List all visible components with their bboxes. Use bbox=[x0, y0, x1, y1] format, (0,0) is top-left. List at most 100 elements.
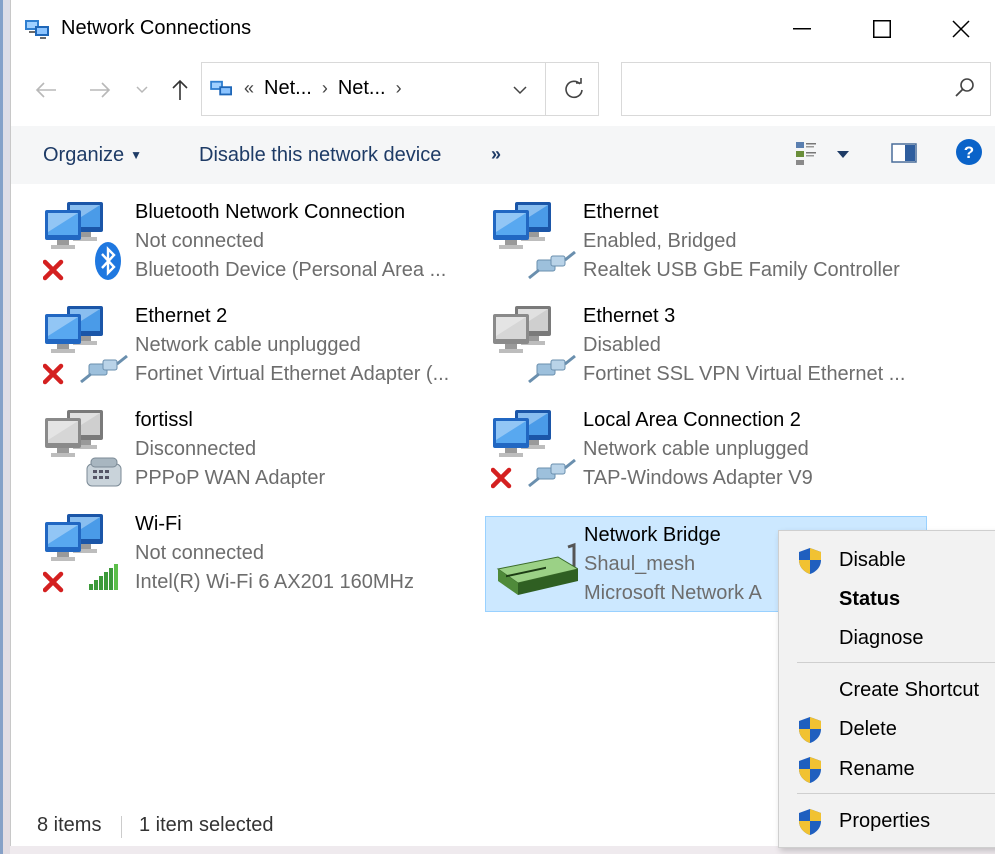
help-button[interactable]: ? bbox=[955, 138, 983, 171]
recent-locations-button[interactable] bbox=[133, 72, 151, 108]
connection-item[interactable]: Bluetooth Network Connection Not connect… bbox=[43, 198, 483, 294]
menu-item-status[interactable]: Status bbox=[779, 580, 995, 618]
connection-status: Disabled bbox=[583, 334, 661, 356]
menu-item-label: Rename bbox=[839, 758, 915, 780]
connection-device: Realtek USB GbE Family Controller bbox=[583, 259, 900, 281]
network-connections-icon bbox=[25, 20, 49, 39]
close-button[interactable] bbox=[926, 0, 995, 58]
connection-status: Enabled, Bridged bbox=[583, 230, 737, 252]
connection-name: Ethernet bbox=[583, 201, 659, 223]
menu-item-label: Diagnose bbox=[839, 627, 924, 649]
svg-text:?: ? bbox=[964, 143, 974, 162]
ethernet-disabled-icon bbox=[493, 306, 576, 384]
refresh-button[interactable] bbox=[545, 63, 601, 115]
uac-shield-icon bbox=[799, 548, 821, 574]
menu-item-diagnose[interactable]: Diagnose bbox=[779, 619, 995, 657]
help-icon: ? bbox=[956, 139, 982, 165]
breadcrumb-overflow[interactable]: « bbox=[244, 78, 254, 99]
more-commands-button[interactable]: » bbox=[491, 144, 501, 165]
connection-status: Network cable unplugged bbox=[583, 438, 809, 460]
connection-status: Disconnected bbox=[135, 438, 257, 460]
change-view-button[interactable] bbox=[795, 140, 821, 171]
connection-device: PPPoP WAN Adapter bbox=[135, 467, 326, 489]
chevron-down-icon bbox=[513, 85, 527, 94]
selection-count: 1 item selected bbox=[139, 814, 274, 836]
disable-device-button[interactable]: Disable this network device bbox=[199, 144, 441, 167]
caret-down-icon bbox=[837, 151, 849, 158]
forward-button[interactable] bbox=[85, 72, 115, 108]
back-button[interactable] bbox=[31, 72, 61, 108]
network-bridge-icon bbox=[496, 542, 578, 595]
menu-item-disable[interactable]: Disable bbox=[779, 541, 995, 579]
arrow-left-icon bbox=[35, 82, 56, 98]
window-title: Network Connections bbox=[61, 17, 252, 39]
ethernet-connection-icon bbox=[43, 306, 128, 385]
connection-name: Bluetooth Network Connection bbox=[135, 201, 406, 223]
breadcrumb-separator[interactable]: › bbox=[396, 78, 402, 99]
close-icon bbox=[952, 20, 970, 38]
breadcrumb-item[interactable]: Net... bbox=[264, 77, 312, 100]
address-bar[interactable]: « Net... › Net... › bbox=[201, 62, 599, 116]
connection-device: Bluetooth Device (Personal Area ... bbox=[135, 259, 447, 281]
connection-name: Network Bridge bbox=[584, 524, 721, 546]
connection-name: fortissl bbox=[135, 409, 193, 431]
menu-separator bbox=[797, 662, 995, 663]
connection-status: Shaul_mesh bbox=[584, 553, 696, 575]
up-button[interactable] bbox=[165, 72, 195, 108]
breadcrumb-separator[interactable]: › bbox=[322, 78, 328, 99]
maximize-icon bbox=[873, 20, 891, 38]
uac-shield-icon bbox=[799, 809, 821, 835]
ethernet-connection-icon bbox=[493, 202, 576, 280]
organize-button[interactable]: Organize ▼ bbox=[43, 144, 142, 167]
menu-item-rename[interactable]: Rename bbox=[779, 750, 995, 788]
bluetooth-connection-icon bbox=[43, 202, 121, 281]
connection-status: Not connected bbox=[135, 230, 264, 252]
arrow-up-icon bbox=[172, 79, 188, 100]
menu-item-label: Properties bbox=[839, 810, 931, 832]
search-icon bbox=[955, 78, 974, 97]
dialup-connection-icon bbox=[45, 410, 122, 487]
minimize-button[interactable] bbox=[762, 0, 842, 58]
menu-item-label: Create Shortcut bbox=[839, 679, 980, 701]
minimize-icon bbox=[793, 28, 811, 30]
menu-item-properties[interactable]: Properties bbox=[779, 802, 995, 840]
ethernet-connection-icon bbox=[491, 410, 576, 489]
connection-name: Ethernet 2 bbox=[135, 305, 228, 327]
network-connections-icon bbox=[210, 80, 232, 95]
connection-status: Network cable unplugged bbox=[135, 334, 361, 356]
connection-name: Local Area Connection 2 bbox=[583, 409, 801, 431]
connection-item[interactable]: Wi-Fi Not connected Intel(R) Wi-Fi 6 AX2… bbox=[43, 510, 483, 606]
search-box[interactable] bbox=[621, 62, 991, 116]
command-bar: Organize ▼ Disable this network device » … bbox=[11, 126, 995, 184]
connection-device: Fortinet SSL VPN Virtual Ethernet ... bbox=[583, 363, 906, 385]
menu-item-label: Disable bbox=[839, 549, 906, 571]
uac-shield-icon bbox=[799, 757, 821, 783]
menu-item-delete[interactable]: Delete bbox=[779, 710, 995, 748]
connection-item[interactable]: Local Area Connection 2 Network cable un… bbox=[491, 406, 931, 502]
connection-name: Ethernet 3 bbox=[583, 305, 676, 327]
search-input[interactable] bbox=[630, 73, 934, 105]
connection-item[interactable]: Ethernet Enabled, Bridged Realtek USB Gb… bbox=[491, 198, 931, 294]
maximize-button[interactable] bbox=[842, 0, 922, 58]
connection-item[interactable]: Ethernet 3 Disabled Fortinet SSL VPN Vir… bbox=[491, 302, 931, 398]
connection-item[interactable]: fortissl Disconnected PPPoP WAN Adapter bbox=[43, 406, 483, 502]
view-options-dropdown[interactable] bbox=[837, 146, 849, 164]
preview-pane-icon bbox=[891, 143, 917, 163]
connection-device: Microsoft Network A bbox=[584, 582, 762, 604]
context-menu: Disable Status Diagnose Create Shortcut … bbox=[778, 530, 995, 848]
connection-device: Fortinet Virtual Ethernet Adapter (... bbox=[135, 363, 450, 385]
menu-item-create-shortcut[interactable]: Create Shortcut bbox=[779, 671, 995, 709]
connection-device: Intel(R) Wi-Fi 6 AX201 160MHz bbox=[135, 571, 414, 593]
address-dropdown-button[interactable] bbox=[500, 75, 540, 105]
caret-down-icon: ▼ bbox=[130, 148, 143, 162]
item-count: 8 items bbox=[37, 814, 102, 836]
chevron-down-icon bbox=[136, 86, 148, 94]
breadcrumb-item[interactable]: Net... bbox=[338, 77, 386, 100]
menu-separator bbox=[797, 793, 995, 794]
connection-item[interactable]: Ethernet 2 Network cable unplugged Forti… bbox=[43, 302, 483, 398]
change-view-icon bbox=[796, 142, 816, 165]
wifi-connection-icon bbox=[43, 514, 118, 593]
preview-pane-button[interactable] bbox=[891, 142, 917, 169]
menu-item-label: Status bbox=[839, 588, 901, 610]
refresh-icon bbox=[564, 78, 583, 99]
